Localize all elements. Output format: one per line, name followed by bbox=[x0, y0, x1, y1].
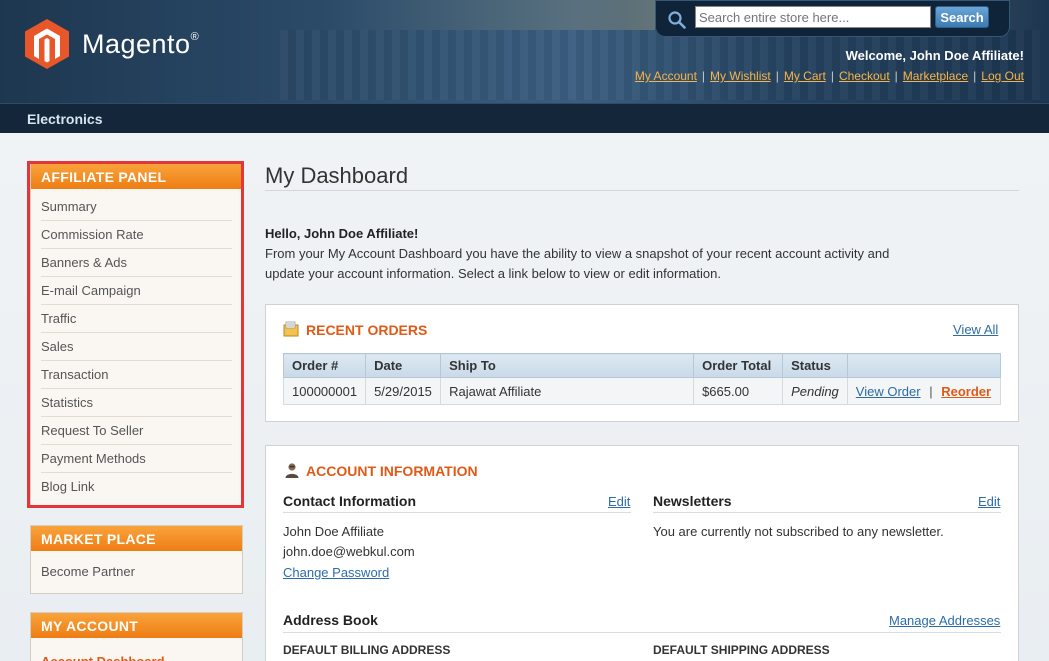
sidebar-item-statistics[interactable]: Statistics bbox=[41, 389, 232, 417]
order-actions: View Order | Reorder bbox=[846, 377, 1002, 405]
column-date: Date bbox=[365, 353, 442, 378]
welcome-message: Welcome, John Doe Affiliate! bbox=[845, 48, 1024, 63]
sidebar-item-banners-ads[interactable]: Banners & Ads bbox=[41, 249, 232, 277]
contact-information-title: Contact Information bbox=[283, 493, 416, 509]
hello-message: Hello, John Doe Affiliate! bbox=[265, 226, 419, 241]
user-icon bbox=[285, 463, 299, 478]
affiliate-panel: AFFILIATE PANEL Summary Commission Rate … bbox=[30, 163, 243, 508]
intro-text: From your My Account Dashboard you have … bbox=[265, 246, 890, 281]
sidebar-item-traffic[interactable]: Traffic bbox=[41, 305, 232, 333]
order-total: $665.00 bbox=[693, 377, 784, 405]
contact-email: john.doe@webkul.com bbox=[283, 544, 415, 559]
manage-addresses-link[interactable]: Manage Addresses bbox=[889, 613, 1000, 628]
header-texture bbox=[280, 30, 1040, 100]
account-information-title: ACCOUNT INFORMATION bbox=[306, 463, 478, 479]
sidebar-item-payment-methods[interactable]: Payment Methods bbox=[41, 445, 232, 473]
column-order-total: Order Total bbox=[693, 353, 784, 378]
my-wishlist-link[interactable]: My Wishlist bbox=[710, 69, 771, 83]
edit-contact-link[interactable]: Edit bbox=[608, 494, 630, 509]
logo-text: Magento® bbox=[82, 28, 200, 59]
recent-orders-table: Order # Date Ship To Order Total Status … bbox=[282, 353, 1002, 405]
top-links: My Account | My Wishlist | My Cart | Checkout |… bbox=[634, 69, 1024, 83]
sidebar-item-request-to-seller[interactable]: Request To Seller bbox=[41, 417, 232, 445]
sidebar-item-email-campaign[interactable]: E-mail Campaign bbox=[41, 277, 232, 305]
sidebar-item-summary[interactable]: Summary bbox=[41, 193, 232, 221]
sidebar-item-account-dashboard[interactable]: Account Dashboard bbox=[41, 648, 232, 661]
column-status: Status bbox=[782, 353, 848, 378]
marketplace-panel: MARKET PLACE Become Partner bbox=[30, 525, 243, 594]
checkout-link[interactable]: Checkout bbox=[839, 69, 890, 83]
my-account-panel: MY ACCOUNT Account Dashboard bbox=[30, 612, 243, 661]
sidebar-item-transaction[interactable]: Transaction bbox=[41, 361, 232, 389]
marketplace-link[interactable]: Marketplace bbox=[903, 69, 968, 83]
sidebar-item-sales[interactable]: Sales bbox=[41, 333, 232, 361]
search-button[interactable]: Search bbox=[935, 6, 989, 28]
contact-divider bbox=[283, 512, 631, 513]
affiliate-panel-list: Summary Commission Rate Banners & Ads E-… bbox=[31, 189, 242, 507]
title-divider bbox=[265, 190, 1019, 191]
my-account-link[interactable]: My Account bbox=[635, 69, 697, 83]
affiliate-panel-title: AFFILIATE PANEL bbox=[31, 164, 242, 189]
magento-logo-icon bbox=[25, 19, 69, 69]
nav-item-electronics[interactable]: Electronics bbox=[27, 111, 102, 127]
my-cart-link[interactable]: My Cart bbox=[784, 69, 826, 83]
address-book-divider bbox=[283, 632, 1001, 633]
default-billing-title: DEFAULT BILLING ADDRESS bbox=[283, 643, 451, 657]
order-status: Pending bbox=[782, 377, 848, 405]
address-book-title: Address Book bbox=[283, 612, 378, 628]
search-bar: Search bbox=[655, 0, 1010, 37]
column-ship-to: Ship To bbox=[440, 353, 695, 378]
sidebar-item-commission-rate[interactable]: Commission Rate bbox=[41, 221, 232, 249]
search-icon bbox=[668, 11, 686, 29]
newsletters-title: Newsletters bbox=[653, 493, 732, 509]
newsletters-status: You are currently not subscribed to any … bbox=[653, 524, 944, 539]
recent-orders-title: RECENT ORDERS bbox=[306, 322, 428, 338]
category-nav: Electronics bbox=[0, 103, 1049, 133]
contact-name: John Doe Affiliate bbox=[283, 524, 384, 539]
view-all-link[interactable]: View All bbox=[953, 322, 998, 337]
orders-folder-icon bbox=[283, 321, 299, 337]
view-order-link[interactable]: View Order bbox=[856, 384, 921, 399]
marketplace-panel-title: MARKET PLACE bbox=[31, 526, 242, 551]
site-logo[interactable]: Magento® bbox=[24, 18, 199, 70]
edit-newsletters-link[interactable]: Edit bbox=[978, 494, 1000, 509]
action-separator: | bbox=[929, 383, 933, 399]
page-title: My Dashboard bbox=[265, 163, 409, 188]
marketplace-panel-list: Become Partner bbox=[31, 551, 242, 593]
site-header: Magento® Search Welcome, John Doe Affili… bbox=[0, 0, 1049, 103]
column-order-number: Order # bbox=[282, 353, 367, 378]
order-date: 5/29/2015 bbox=[365, 377, 442, 405]
sidebar-item-blog-link[interactable]: Blog Link bbox=[41, 473, 232, 501]
logout-link[interactable]: Log Out bbox=[981, 69, 1024, 83]
table-header-row: Order # Date Ship To Order Total Status bbox=[282, 353, 1002, 378]
default-shipping-title: DEFAULT SHIPPING ADDRESS bbox=[653, 643, 830, 657]
search-input[interactable] bbox=[695, 6, 931, 28]
table-row: 100000001 5/29/2015 Rajawat Affiliate $6… bbox=[282, 377, 1002, 405]
column-actions bbox=[846, 353, 1002, 378]
reorder-link[interactable]: Reorder bbox=[941, 384, 991, 399]
my-account-panel-list: Account Dashboard bbox=[31, 638, 242, 661]
order-ship-to: Rajawat Affiliate bbox=[440, 377, 695, 405]
my-account-panel-title: MY ACCOUNT bbox=[31, 613, 242, 638]
sidebar-item-become-partner[interactable]: Become Partner bbox=[41, 558, 232, 586]
newsletters-divider bbox=[653, 512, 1001, 513]
order-number: 100000001 bbox=[282, 377, 367, 405]
change-password-link[interactable]: Change Password bbox=[283, 565, 389, 580]
